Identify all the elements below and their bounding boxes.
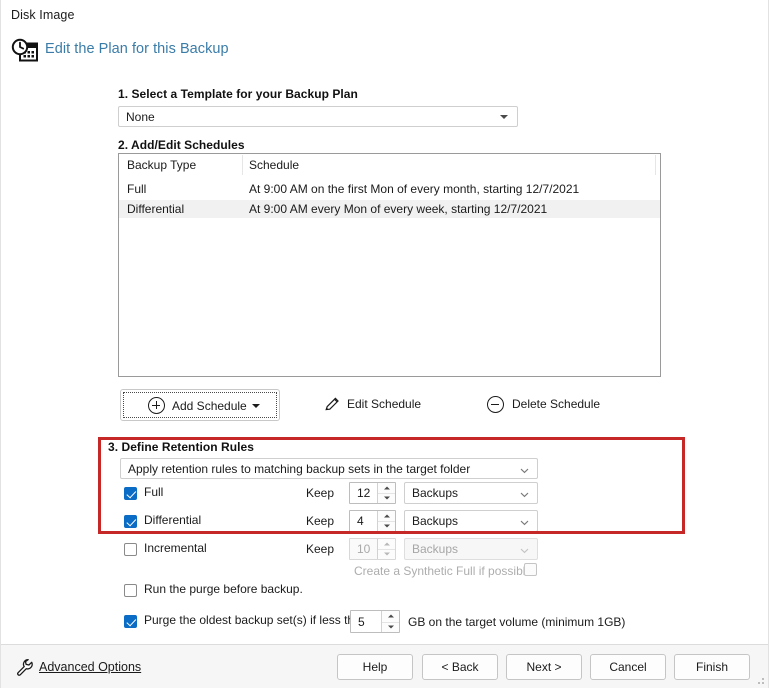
template-dropdown-value: None	[126, 109, 155, 124]
differential-unit-dropdown[interactable]: Backups	[404, 510, 538, 532]
run-purge-before-backup-checkbox[interactable]	[124, 584, 137, 597]
delete-schedule-label: Delete Schedule	[512, 397, 601, 411]
step-2-label: 2. Add/Edit Schedules	[118, 138, 245, 152]
keep-label-full: Keep	[306, 486, 335, 500]
synthetic-full-checkbox	[524, 563, 537, 576]
incremental-unit-dropdown: Backups	[404, 538, 538, 560]
schedule-calendar-clock-icon	[9, 36, 41, 68]
stepper-buttons	[377, 539, 395, 559]
full-unit-value: Backups	[412, 486, 459, 500]
table-row[interactable]: Full At 9:00 AM on the first Mon of ever…	[119, 180, 660, 198]
step-1-label: 1. Select a Template for your Backup Pla…	[118, 87, 358, 101]
add-schedule-label: Add Schedule	[172, 399, 247, 413]
stepper-buttons[interactable]	[377, 511, 395, 531]
resize-grip-icon[interactable]	[754, 675, 765, 686]
table-header-row: Backup Type Schedule	[119, 154, 660, 176]
template-dropdown[interactable]: None	[118, 106, 518, 127]
finish-button[interactable]: Finish	[674, 654, 750, 680]
column-divider	[655, 155, 656, 175]
footer-bar: Advanced Options Help < Back Next > Canc…	[1, 644, 768, 688]
column-divider	[242, 155, 243, 175]
keep-label-differential: Keep	[306, 514, 335, 528]
column-header-schedule: Schedule	[249, 158, 300, 172]
row-schedule: At 9:00 AM on the first Mon of every mon…	[249, 182, 580, 196]
pencil-icon	[322, 394, 342, 417]
disk-image-wizard-window: Disk Image Edit the Plan for this Backup…	[0, 0, 769, 688]
chevron-down-icon	[520, 488, 529, 498]
retention-scope-dropdown[interactable]: Apply retention rules to matching backup…	[120, 458, 538, 479]
row-backup-type: Differential	[127, 202, 185, 216]
purge-oldest-checkbox[interactable]	[124, 615, 137, 628]
schedules-table[interactable]: Backup Type Schedule Full At 9:00 AM on …	[118, 153, 661, 377]
incremental-unit-value: Backups	[412, 542, 459, 556]
step-3-label: 3. Define Retention Rules	[108, 440, 254, 454]
back-button[interactable]: < Back	[422, 654, 498, 680]
window-left-border	[0, 0, 1, 688]
plus-circle-icon	[148, 397, 165, 414]
incremental-checkbox[interactable]	[124, 543, 137, 556]
page-title: Edit the Plan for this Backup	[45, 41, 229, 57]
stepper-down-button[interactable]	[378, 521, 395, 531]
incremental-keep-value: 10	[357, 542, 371, 556]
full-label: Full	[144, 485, 164, 499]
stepper-down-button	[378, 549, 395, 559]
full-checkbox[interactable]	[124, 487, 137, 500]
purge-threshold-value: 5	[358, 614, 365, 629]
stepper-buttons[interactable]	[377, 483, 395, 503]
next-button[interactable]: Next >	[506, 654, 582, 680]
incremental-label: Incremental	[144, 541, 207, 555]
differential-checkbox[interactable]	[124, 515, 137, 528]
incremental-keep-stepper: 10	[349, 538, 396, 560]
triangle-down-icon[interactable]	[252, 404, 260, 408]
edit-schedule-label: Edit Schedule	[347, 397, 422, 411]
chevron-down-icon	[520, 544, 529, 554]
minus-circle-icon	[487, 396, 504, 413]
column-header-backup-type: Backup Type	[127, 158, 197, 172]
purge-threshold-stepper[interactable]: 5	[350, 610, 400, 633]
keep-label-incremental: Keep	[306, 542, 335, 556]
stepper-down-button[interactable]	[382, 622, 399, 633]
add-schedule-button[interactable]: Add Schedule	[120, 389, 280, 421]
differential-keep-stepper[interactable]: 4	[349, 510, 396, 532]
stepper-down-button[interactable]	[378, 493, 395, 503]
chevron-down-icon	[520, 464, 529, 473]
full-unit-dropdown[interactable]: Backups	[404, 482, 538, 504]
window-title: Disk Image	[11, 8, 75, 22]
triangle-down-icon	[500, 114, 508, 119]
full-keep-value: 12	[357, 486, 371, 500]
differential-label: Differential	[144, 513, 202, 527]
advanced-options-link[interactable]: Advanced Options	[39, 660, 141, 674]
stepper-buttons[interactable]	[381, 611, 399, 632]
page-header: Edit the Plan for this Backup	[1, 32, 768, 70]
edit-schedule-button[interactable]: Edit Schedule	[322, 391, 452, 419]
retention-scope-value: Apply retention rules to matching backup…	[128, 461, 471, 476]
title-bar: Disk Image	[1, 0, 768, 32]
help-button[interactable]: Help	[337, 654, 413, 680]
row-backup-type: Full	[127, 182, 147, 196]
purge-oldest-label: Purge the oldest backup set(s) if less t…	[144, 613, 368, 627]
purge-threshold-suffix: GB on the target volume (minimum 1GB)	[408, 615, 626, 629]
differential-keep-value: 4	[357, 514, 364, 528]
full-keep-stepper[interactable]: 12	[349, 482, 396, 504]
run-purge-before-backup-label: Run the purge before backup.	[144, 582, 303, 596]
table-row[interactable]: Differential At 9:00 AM every Mon of eve…	[119, 200, 660, 218]
differential-unit-value: Backups	[412, 514, 459, 528]
chevron-down-icon	[520, 516, 529, 526]
wrench-icon	[15, 657, 35, 677]
delete-schedule-button[interactable]: Delete Schedule	[487, 391, 632, 419]
row-schedule: At 9:00 AM every Mon of every week, star…	[249, 202, 548, 216]
cancel-button[interactable]: Cancel	[590, 654, 666, 680]
synthetic-full-label: Create a Synthetic Full if possible	[354, 564, 533, 578]
